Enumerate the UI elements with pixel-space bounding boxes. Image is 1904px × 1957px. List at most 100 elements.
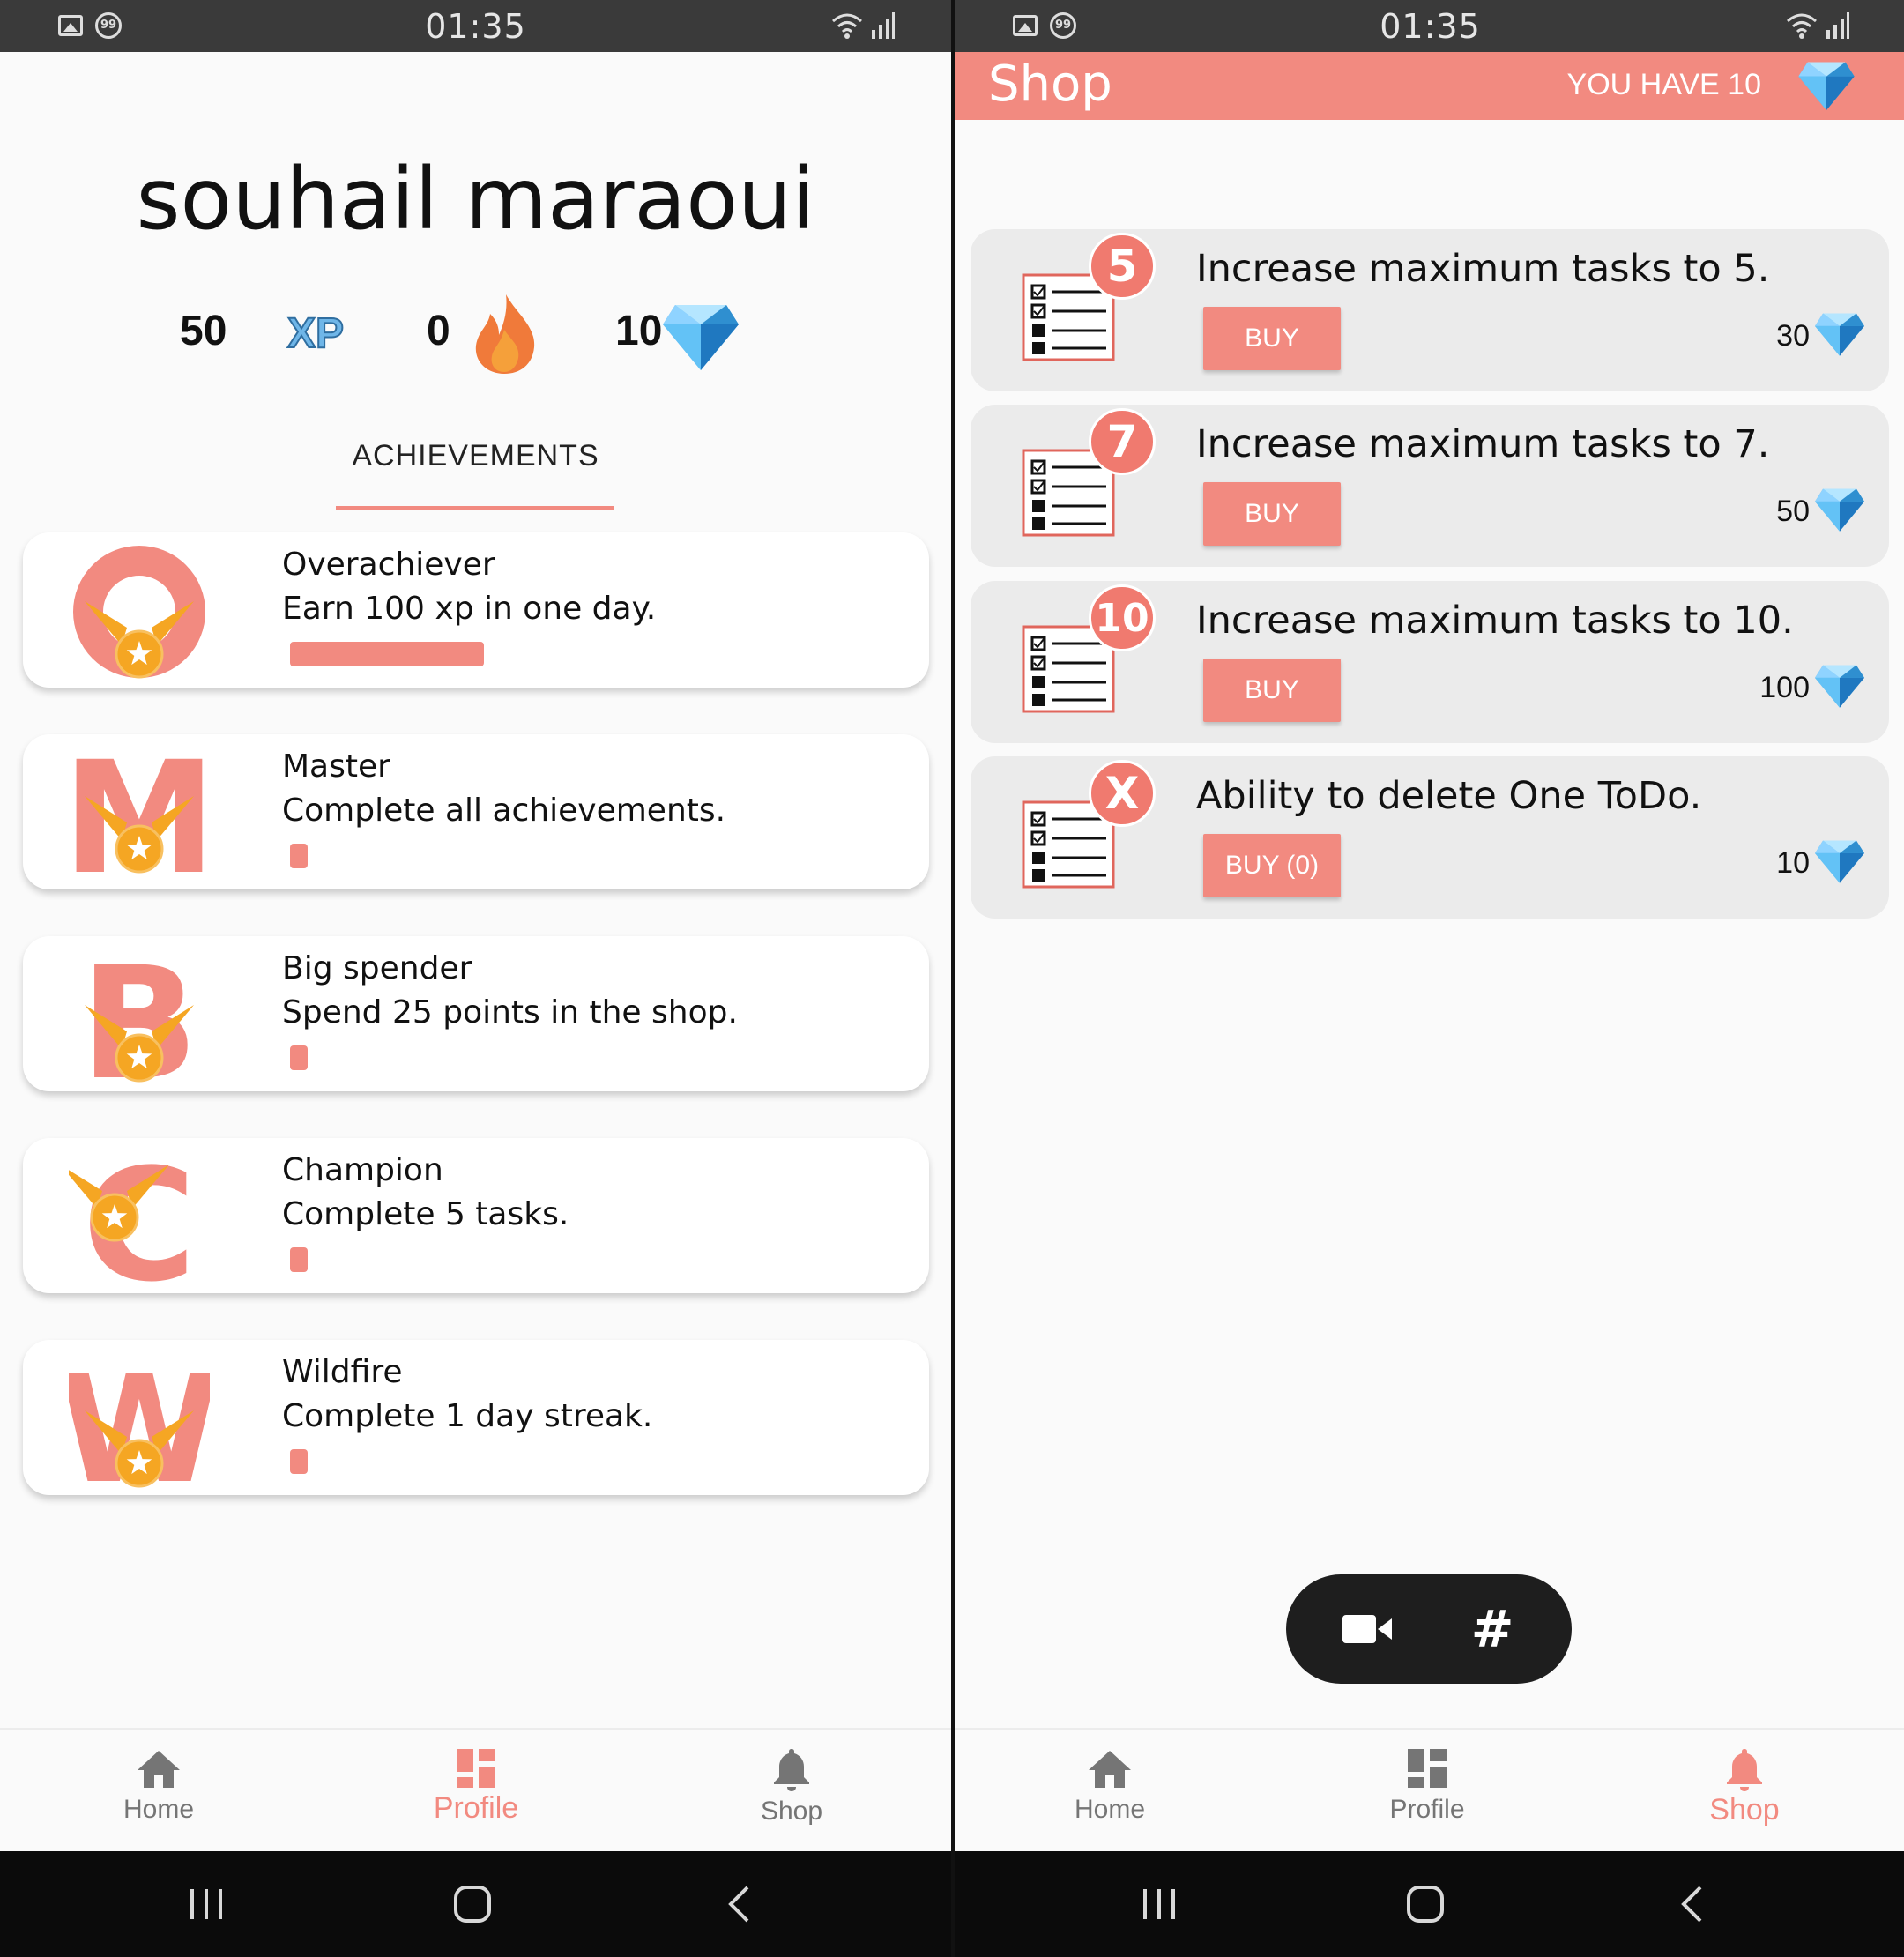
nav-home-label: Home [123, 1795, 195, 1824]
system-nav-bar [955, 1851, 1904, 1957]
achievement-title: Champion [282, 1152, 443, 1188]
gem-balance: YOU HAVE 10 [1566, 68, 1761, 101]
system-nav-bar [0, 1851, 951, 1957]
status-icons-right [829, 12, 895, 39]
achievement-badge-icon: W [69, 1349, 210, 1490]
shop-item-title: Increase maximum tasks to 10. [1196, 599, 1794, 643]
home-system-icon[interactable] [1372, 1851, 1478, 1957]
shop-item-card: 7 Increase maximum tasks to 7. BUY 50 [971, 405, 1889, 567]
buy-button[interactable]: BUY [1203, 482, 1341, 546]
screen: 99 01:35 souhail maraoui 50 XP 0 10 ACHI… [0, 0, 1904, 1957]
dashboard-icon [388, 1747, 564, 1790]
shop-item-badge: X [1089, 760, 1156, 827]
shop-item-title: Ability to delete One ToDo. [1196, 774, 1702, 818]
xp-value: 50 [180, 308, 227, 354]
nav-shop[interactable]: Shop [1656, 1747, 1833, 1827]
recent-apps-icon[interactable] [153, 1851, 259, 1957]
status-time: 01:35 [425, 7, 526, 46]
floating-action-bar: # [1286, 1574, 1572, 1684]
shop-item-card: X Ability to delete One ToDo. BUY (0) 10 [971, 756, 1889, 919]
bottom-nav: Home Profile Shop [0, 1728, 951, 1853]
bell-icon [1656, 1747, 1833, 1791]
achievement-description: Earn 100 xp in one day. [282, 591, 657, 627]
achievement-badge-icon: B [80, 945, 198, 1086]
achievement-description: Complete all achievements. [282, 792, 726, 829]
wifi-icon [832, 13, 862, 39]
achievement-card[interactable]: W Wildfire Complete 1 day streak. [23, 1340, 929, 1495]
achievement-title: Master [282, 748, 390, 785]
status-bar: 99 01:35 [955, 0, 1904, 52]
achievement-card[interactable]: C Champion Complete 5 tasks. [23, 1138, 929, 1293]
shop-item-title: Increase maximum tasks to 7. [1196, 422, 1770, 466]
nav-home[interactable]: Home [1022, 1747, 1198, 1825]
nav-shop[interactable]: Shop [703, 1747, 880, 1827]
achievement-card[interactable]: M Master Complete all achievements. [23, 734, 929, 889]
shop-item-price: 10 [1776, 846, 1810, 880]
achievement-card[interactable]: B Big spender Spend 25 points in the shop. [23, 936, 929, 1091]
shop-header: Shop YOU HAVE 10 [955, 52, 1904, 120]
status-time: 01:35 [1380, 7, 1481, 46]
nav-profile[interactable]: Profile [1339, 1747, 1515, 1825]
nav-home-label: Home [1074, 1795, 1146, 1824]
shop-item-badge: 10 [1089, 584, 1156, 651]
shop-item-title: Increase maximum tasks to 5. [1196, 247, 1770, 291]
back-icon[interactable] [686, 1851, 792, 1957]
home-icon [71, 1747, 247, 1790]
achievement-badge-icon: C [69, 1147, 197, 1288]
achievement-description: Spend 25 points in the shop. [282, 994, 738, 1031]
video-camera-icon[interactable] [1332, 1594, 1402, 1664]
profile-stats: 50 XP 0 10 [0, 291, 951, 379]
tab-indicator [336, 506, 614, 510]
profile-screen: 99 01:35 souhail maraoui 50 XP 0 10 ACHI… [0, 0, 951, 1957]
buy-button[interactable]: BUY (0) [1203, 834, 1341, 897]
diamond-icon [663, 305, 739, 370]
shop-item-card: 10 Increase maximum tasks to 10. BUY 100 [971, 581, 1889, 743]
bottom-nav: Home Profile Shop [955, 1728, 1904, 1853]
achievement-title: Big spender [282, 950, 472, 986]
nav-home[interactable]: Home [71, 1747, 247, 1825]
diamond-icon [1815, 313, 1864, 356]
streak-value: 0 [427, 308, 450, 354]
achievement-description: Complete 5 tasks. [282, 1196, 569, 1232]
diamond-icon [1815, 840, 1864, 883]
shop-item-card: 5 Increase maximum tasks to 5. BUY 30 [971, 229, 1889, 391]
nav-profile-label: Profile [433, 1791, 519, 1825]
nav-shop-label: Shop [1709, 1793, 1780, 1827]
shop-screen: 99 01:35 Shop YOU HAVE 10 5 Increase maxi… [955, 0, 1904, 1957]
nav-shop-label: Shop [760, 1797, 823, 1826]
shop-item-price: 100 [1759, 671, 1810, 704]
gems-value: 10 [615, 308, 663, 354]
achievement-description: Complete 1 day streak. [282, 1398, 653, 1434]
home-system-icon[interactable] [420, 1851, 525, 1957]
xp-icon: XP [286, 309, 345, 358]
diamond-icon [1815, 488, 1864, 532]
achievement-badge-icon: M [69, 743, 210, 884]
dashboard-icon [1339, 1747, 1515, 1790]
bell-icon [703, 1747, 880, 1791]
achievement-card[interactable]: Overachiever Earn 100 xp in one day. [23, 532, 929, 688]
nav-profile[interactable]: Profile [388, 1747, 564, 1826]
buy-button[interactable]: BUY [1203, 307, 1341, 370]
status-icons-right [1784, 12, 1849, 39]
tab-achievements[interactable]: ACHIEVEMENTS [0, 439, 951, 473]
back-icon[interactable] [1639, 1851, 1744, 1957]
status-bar: 99 01:35 [0, 0, 951, 52]
shop-title: Shop [988, 56, 1112, 113]
recent-apps-icon[interactable] [1106, 1851, 1212, 1957]
shop-item-price: 50 [1776, 495, 1810, 528]
achievement-title: Overachiever [282, 547, 495, 583]
fire-icon [475, 294, 535, 374]
achievement-progress-bar [290, 1045, 308, 1070]
buy-button[interactable]: BUY [1203, 659, 1341, 722]
xp-label: XP [287, 310, 344, 357]
diamond-icon [1815, 665, 1864, 708]
signal-icon [872, 12, 895, 39]
nav-profile-label: Profile [1389, 1795, 1465, 1824]
diamond-icon [1798, 62, 1855, 110]
achievement-progress-bar [290, 844, 308, 868]
signal-icon [1826, 12, 1849, 39]
shop-item-badge: 7 [1089, 408, 1156, 475]
achievement-progress-bar [290, 642, 484, 666]
hash-button[interactable]: # [1457, 1594, 1528, 1664]
wifi-icon [1787, 13, 1817, 39]
